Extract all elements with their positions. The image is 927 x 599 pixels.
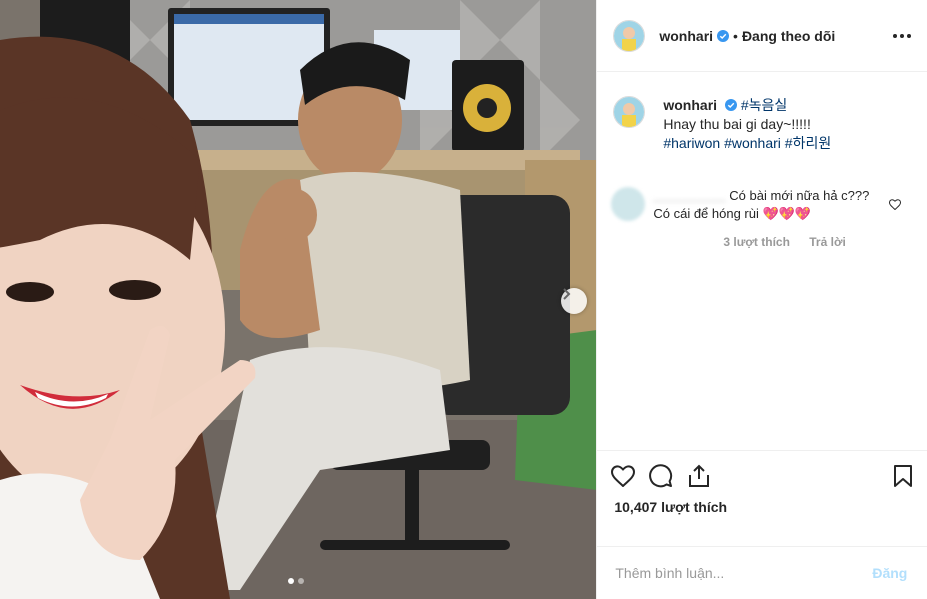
username-link[interactable]: wonhari [659,28,713,44]
next-photo-button[interactable] [561,288,587,314]
post-details-panel: wonhari • Đang theo dõi wonhari #녹음실 Hna… [596,0,927,599]
commenter-username[interactable]: __________ [653,188,725,203]
profile-picture [614,20,645,51]
post-actions: 10,407 lượt thích [597,450,927,546]
comment-likes-link[interactable]: 3 lượt thích [723,235,790,249]
caption-username[interactable]: wonhari [663,97,717,113]
comment-item: __________ Có bài mới nữa hả c??? Có cái… [611,187,911,249]
post-header: wonhari • Đang theo dõi [597,0,927,72]
avatar[interactable] [613,96,646,128]
profile-picture [614,97,645,127]
bookmark-icon[interactable] [893,464,913,488]
avatar[interactable] [613,19,646,52]
commenter-avatar[interactable] [611,187,646,221]
share-icon[interactable] [687,464,711,488]
likes-count[interactable]: 10,407 lượt thích [614,499,927,515]
comment-meta: 3 lượt thích Trả lời [723,235,885,249]
caption-line: Hnay thu bai gi day~!!!!! [663,116,811,132]
instagram-post: wonhari • Đang theo dõi wonhari #녹음실 Hna… [0,0,927,599]
post-caption: wonhari #녹음실 Hnay thu bai gi day~!!!!! #… [613,96,831,153]
following-button[interactable]: Đang theo dõi [742,28,835,44]
heart-icon[interactable] [611,465,636,487]
more-options-icon[interactable] [893,28,911,44]
hashtag-link[interactable]: #wonhari [724,135,781,151]
comment-input[interactable] [613,564,867,582]
carousel-dot [298,578,304,584]
action-bar [597,451,927,489]
verified-badge-icon [717,29,730,42]
caption-text: wonhari #녹음실 Hnay thu bai gi day~!!!!! #… [663,96,831,153]
comment-icon[interactable] [649,464,673,488]
studio-selfie-image [0,0,597,599]
separator: • [733,27,738,44]
hashtag-link[interactable]: #hariwon [663,135,720,151]
verified-badge-icon [724,99,737,111]
carousel-dot-active [288,578,294,584]
hashtag-link[interactable]: #하리원 [785,135,831,151]
chevron-right-icon [563,288,571,300]
comment-body: __________ Có bài mới nữa hả c??? Có cái… [653,187,885,223]
post-photo[interactable] [0,0,597,599]
heart-icon[interactable] [889,199,902,210]
reply-button[interactable]: Trả lời [809,235,846,249]
post-comment-button[interactable]: Đăng [866,564,913,582]
hashtag-link[interactable]: #녹음실 [741,97,787,113]
carousel-indicator [288,578,304,584]
add-comment-bar: Đăng [597,546,927,599]
